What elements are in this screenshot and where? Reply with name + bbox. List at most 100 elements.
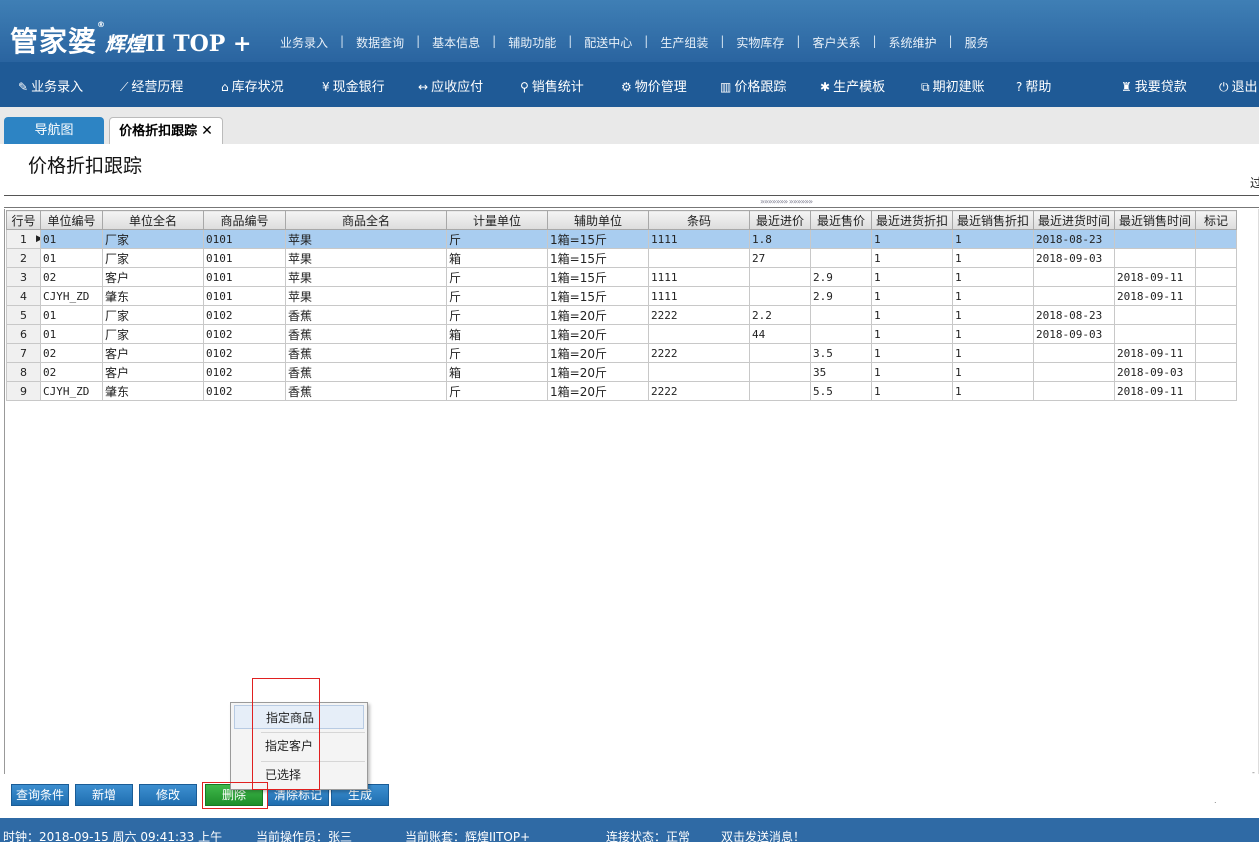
table-cell[interactable]: 1 — [952, 381, 1034, 401]
toolbar-item[interactable]: ⌂ 库存状况 — [221, 76, 284, 95]
table-cell[interactable]: 1 — [871, 324, 953, 344]
table-cell[interactable]: 斤 — [446, 229, 548, 249]
table-cell[interactable] — [1195, 362, 1237, 382]
table-cell[interactable] — [749, 362, 811, 382]
table-cell[interactable]: 苹果 — [285, 267, 447, 287]
table-cell[interactable]: 0102 — [203, 324, 286, 344]
table-cell[interactable]: 1.8 — [749, 229, 811, 249]
table-cell[interactable]: 1 — [952, 229, 1034, 249]
table-cell[interactable]: 2018-09-11 — [1114, 381, 1196, 401]
table-cell[interactable]: 苹果 — [285, 229, 447, 249]
table-cell[interactable] — [1195, 267, 1237, 287]
table-row[interactable]: 9 CJYH_ZD 肇东 0102 香蕉斤 1箱=20斤 2222 5.5 1 1 2018-09-… — [6, 381, 1237, 401]
table-cell[interactable]: 27 — [749, 248, 811, 268]
table-cell[interactable]: 香蕉 — [285, 343, 447, 363]
table-row[interactable]: 8 02 客户 0102 香蕉箱 1箱=20斤 35 1 1 2018-09-03 — [6, 362, 1237, 382]
table-row[interactable]: 7 02 客户 0102 香蕉斤 1箱=20斤 2222 3.5 1 1 2018-09-11 — [6, 343, 1237, 363]
toolbar-item[interactable]: ⧉ 期初建账 — [921, 76, 985, 95]
edit-button[interactable]: 修改 — [139, 784, 197, 806]
toolbar-item[interactable]: ? 帮助 — [1016, 76, 1051, 95]
table-cell[interactable]: 香蕉 — [285, 324, 447, 344]
table-cell[interactable]: 3.5 — [810, 343, 872, 363]
table-row[interactable]: 6 01 厂家 0102 香蕉箱 1箱=20斤 44 1 1 2018-09-03 — [6, 324, 1237, 344]
table-cell[interactable]: 斤 — [446, 286, 548, 306]
table-cell[interactable]: 02 — [40, 267, 103, 287]
table-cell[interactable] — [1195, 324, 1237, 344]
table-cell[interactable] — [1195, 381, 1237, 401]
close-icon[interactable]: ✕ — [201, 123, 213, 139]
row-number-cell[interactable]: 9 — [6, 381, 41, 401]
table-cell[interactable]: 苹果 — [285, 286, 447, 306]
table-cell[interactable] — [1195, 343, 1237, 363]
row-number-cell[interactable]: 1▶ — [6, 229, 41, 249]
table-cell[interactable]: 1箱=15斤 — [547, 267, 649, 287]
table-cell[interactable]: 1箱=20斤 — [547, 324, 649, 344]
table-cell[interactable] — [810, 248, 872, 268]
table-cell[interactable]: 斤 — [446, 267, 548, 287]
table-cell[interactable]: 1 — [871, 229, 953, 249]
table-cell[interactable] — [1033, 381, 1115, 401]
table-cell[interactable] — [1114, 229, 1196, 249]
splitter-grip-icon[interactable]: »»»»»»» »»»»»» — [760, 197, 813, 206]
table-cell[interactable]: 厂家 — [102, 324, 204, 344]
table-cell[interactable] — [749, 267, 811, 287]
table-cell[interactable]: CJYH_ZD — [40, 381, 103, 401]
row-number-cell[interactable]: 6 — [6, 324, 41, 344]
table-cell[interactable]: 1箱=15斤 — [547, 286, 649, 306]
row-number-cell[interactable]: 7 — [6, 343, 41, 363]
toolbar-item[interactable]: ✎ 业务录入 — [18, 76, 83, 95]
table-cell[interactable] — [648, 362, 750, 382]
toolbar-item[interactable]: ¥ 现金银行 — [322, 76, 385, 95]
column-header[interactable]: 商品编号 — [203, 210, 286, 230]
top-menu-item[interactable]: 辅助功能 — [508, 34, 556, 51]
column-header[interactable]: 最近销售折扣 — [952, 210, 1034, 230]
table-cell[interactable] — [1195, 305, 1237, 325]
column-header[interactable]: 最近进价 — [749, 210, 811, 230]
table-cell[interactable]: 客户 — [102, 362, 204, 382]
toolbar-item[interactable]: ✱ 生产模板 — [820, 76, 885, 95]
top-menu-item[interactable]: 业务录入 — [280, 34, 328, 51]
table-cell[interactable]: 2.2 — [749, 305, 811, 325]
table-cell[interactable] — [1114, 305, 1196, 325]
table-cell[interactable]: 1 — [871, 248, 953, 268]
table-cell[interactable]: 2018-09-03 — [1114, 362, 1196, 382]
table-cell[interactable]: 1 — [871, 286, 953, 306]
table-cell[interactable]: 1 — [871, 381, 953, 401]
table-cell[interactable]: 2222 — [648, 381, 750, 401]
tab-price-discount-tracking[interactable]: 价格折扣跟踪 ✕ — [109, 117, 223, 144]
table-cell[interactable] — [749, 381, 811, 401]
tab-navigation[interactable]: 导航图 — [4, 117, 104, 144]
table-cell[interactable]: 肇东 — [102, 381, 204, 401]
table-cell[interactable]: 02 — [40, 362, 103, 382]
table-cell[interactable]: 客户 — [102, 267, 204, 287]
table-cell[interactable]: 1箱=20斤 — [547, 381, 649, 401]
table-cell[interactable]: 1 — [952, 305, 1034, 325]
table-row[interactable]: 5 01 厂家 0102 香蕉斤 1箱=20斤 2222 2.2 1 1 2018-08-23 — [6, 305, 1237, 325]
row-number-cell[interactable]: 4 — [6, 286, 41, 306]
table-cell[interactable]: 0102 — [203, 362, 286, 382]
table-cell[interactable]: 2018-09-11 — [1114, 343, 1196, 363]
top-menu-item[interactable]: 服务 — [965, 34, 989, 51]
column-header[interactable]: 最近售价 — [810, 210, 872, 230]
table-row[interactable]: 2 01 厂家 0101 苹果箱 1箱=15斤 27 1 1 2018-09-03 — [6, 248, 1237, 268]
table-cell[interactable]: 1箱=15斤 — [547, 248, 649, 268]
table-cell[interactable]: 01 — [40, 229, 103, 249]
add-button[interactable]: 新增 — [75, 784, 133, 806]
table-cell[interactable]: 02 — [40, 343, 103, 363]
table-cell[interactable] — [1195, 229, 1237, 249]
table-cell[interactable]: 1 — [871, 362, 953, 382]
table-cell[interactable]: 客户 — [102, 343, 204, 363]
table-cell[interactable]: 35 — [810, 362, 872, 382]
table-row[interactable]: 3 02 客户 0101 苹果斤 1箱=15斤 1111 2.9 1 1 2018-09-11 — [6, 267, 1237, 287]
column-header[interactable]: 标记 — [1195, 210, 1237, 230]
table-cell[interactable]: 01 — [40, 324, 103, 344]
toolbar-item[interactable]: ⏻ 退出 — [1219, 76, 1258, 95]
column-header[interactable]: 条码 — [648, 210, 750, 230]
table-cell[interactable]: 44 — [749, 324, 811, 344]
table-cell[interactable]: 香蕉 — [285, 362, 447, 382]
top-menu-item[interactable]: 实物库存 — [736, 34, 784, 51]
toolbar-item[interactable]: ↔ 应收应付 — [418, 76, 483, 95]
table-cell[interactable]: 箱 — [446, 248, 548, 268]
table-cell[interactable] — [749, 343, 811, 363]
table-cell[interactable]: 0101 — [203, 267, 286, 287]
